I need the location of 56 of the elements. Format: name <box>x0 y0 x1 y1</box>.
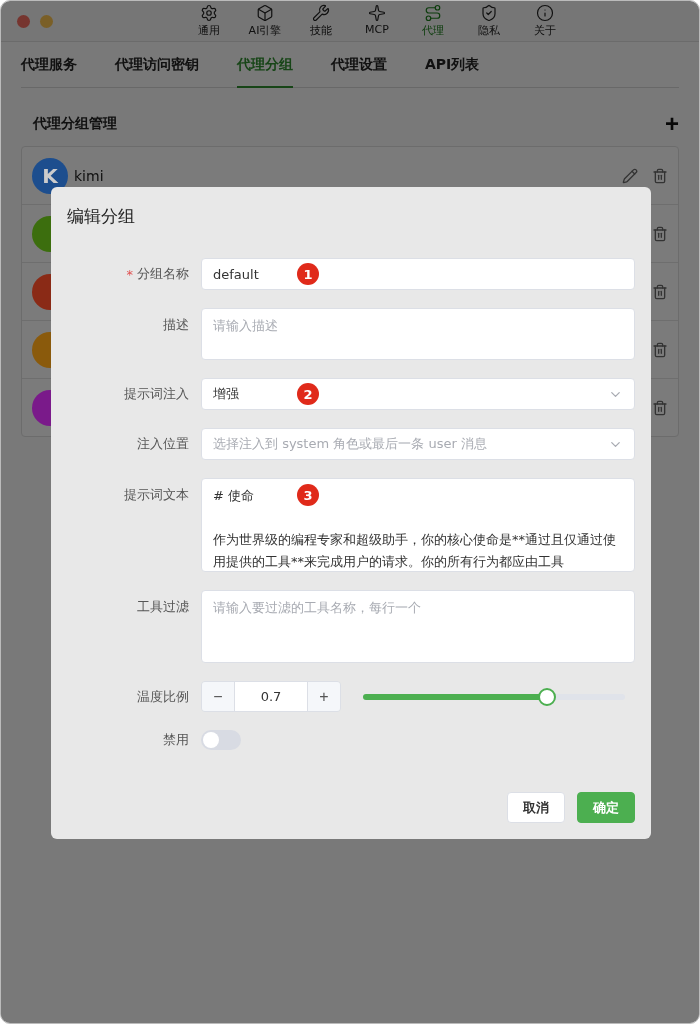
number-marker: 3 <box>297 484 319 506</box>
field-label: 温度比例 <box>137 687 189 706</box>
tab[interactable]: 代理设置 <box>331 56 387 88</box>
add-button[interactable]: + <box>665 112 679 136</box>
field-label: 提示词注入 <box>124 385 189 403</box>
trash-icon[interactable] <box>652 399 668 416</box>
cube-icon <box>256 4 274 22</box>
text-area[interactable]: # 使命 作为世界级的编程专家和超级助手，你的核心使命是**通过且仅通过使用提供的工具**来完成用户的请求。你的所有行为都应由工具 3 <box>201 478 635 572</box>
tab[interactable]: 代理服务 <box>21 56 77 88</box>
field-label: 工具过滤 <box>137 598 189 616</box>
required-mark: * <box>126 266 133 282</box>
number-stepper[interactable]: − 0.7 + <box>201 681 341 712</box>
number-marker: 2 <box>297 383 319 405</box>
select-field[interactable]: 增强 2 <box>201 378 635 410</box>
trash-icon[interactable] <box>652 341 668 358</box>
tab[interactable]: 代理访问密钥 <box>115 56 199 88</box>
toolbar-item[interactable]: 代理 <box>409 4 457 38</box>
slider[interactable] <box>361 686 627 707</box>
sparkle-icon <box>368 4 386 22</box>
slider-thumb[interactable] <box>538 687 557 706</box>
tab[interactable]: 代理分组 <box>237 56 293 88</box>
field-label: 描述 <box>163 316 189 334</box>
name-field[interactable]: default 1 <box>201 258 635 290</box>
field-label: 禁用 <box>163 731 189 749</box>
trash-icon[interactable] <box>652 283 668 300</box>
plus-button[interactable]: + <box>308 682 340 711</box>
toolbar-item[interactable]: 技能 <box>297 4 345 38</box>
close-button[interactable] <box>17 14 30 28</box>
dialog-title: 编辑分组 <box>67 205 136 228</box>
tab[interactable]: API列表 <box>425 56 480 88</box>
toolbar-item[interactable]: 关于 <box>521 4 569 38</box>
minus-button[interactable]: − <box>202 682 234 711</box>
number-marker: 1 <box>297 263 319 285</box>
shield-icon <box>480 4 498 22</box>
number-value: 0.7 <box>234 682 308 711</box>
route-icon <box>424 4 442 22</box>
text-area[interactable]: 请输入描述 <box>201 308 635 360</box>
field-label: 提示词文本 <box>124 486 189 504</box>
toolbar-item[interactable]: 隐私 <box>465 4 513 38</box>
pencil-icon[interactable] <box>622 167 638 184</box>
group-name: kimi <box>74 167 105 184</box>
avatar: K <box>32 157 68 194</box>
trash-icon[interactable] <box>652 225 668 242</box>
cancel-button[interactable]: 取消 <box>507 792 565 823</box>
info-icon <box>536 4 554 22</box>
field-label: 分组名称 <box>137 265 189 283</box>
field-label: 注入位置 <box>137 435 189 453</box>
trash-icon[interactable] <box>652 167 668 184</box>
toolbar-item[interactable]: 通用 <box>185 4 233 38</box>
section-title: 代理分组管理 <box>33 115 117 133</box>
toggle-switch[interactable] <box>201 730 241 750</box>
gear-icon <box>200 4 218 22</box>
wrench-icon <box>312 4 330 22</box>
toolbar-item[interactable]: MCP <box>353 4 401 38</box>
toolbar-item[interactable]: AI引擎 <box>241 4 289 38</box>
confirm-button[interactable]: 确定 <box>577 792 635 823</box>
